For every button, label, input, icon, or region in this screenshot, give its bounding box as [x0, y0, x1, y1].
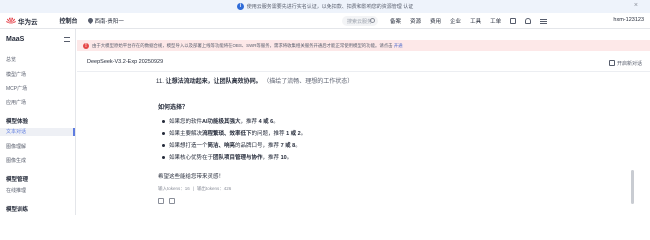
new-chat-icon: [608, 60, 615, 66]
active-indicator: [73, 128, 75, 136]
list-item: 如果核心优势在于团队项目管理与协作，推荐 10。: [162, 153, 292, 161]
search-input[interactable]: 搜索云服务: [342, 16, 378, 26]
sidebar: MaaS 总览 模型广场 MCP广场 应用广场 模型体验 文本对话 图像理解 图…: [0, 29, 76, 215]
item-note: （描绘了流畅、理想的工作状态）: [263, 79, 354, 85]
bullet-bold: AI功能极其强大: [202, 119, 241, 125]
refresh-icon[interactable]: [169, 198, 175, 204]
bullet-icon: [162, 155, 165, 159]
console-link[interactable]: 控制台: [60, 16, 78, 25]
sidebar-item-image-understanding[interactable]: 图像理解: [6, 143, 26, 150]
bullet-end: 。: [295, 143, 301, 149]
bullet-icon: [162, 143, 165, 147]
bullet-bold: 流程繁琐、效率低下: [202, 131, 252, 137]
sidebar-section-experience[interactable]: 模型体验: [6, 117, 28, 125]
top-bar: 华为云 控制台 西南-贵阳一 搜索云服务 备案 资源 费用 企业 工具 工单 h…: [0, 13, 650, 29]
region-selector[interactable]: 西南-贵阳一: [86, 16, 124, 25]
bullet-pre: 如果想打造一个: [169, 143, 208, 149]
app-grid-icon[interactable]: [510, 18, 517, 24]
notice-text: 使用云服务需要先进行实名认证，以免扣款、扣费和影响您的资源管理 认证: [246, 4, 414, 10]
sidebar-item-image-generation[interactable]: 图像生成: [6, 157, 26, 164]
sidebar-item-label: 文本对话: [6, 129, 27, 135]
copy-icon[interactable]: [158, 198, 164, 204]
banner-text: 由于大模型原始平台存在的数据合规，模型导入以及部署上线等功能将在OBS、SWR等…: [92, 43, 403, 49]
token-stats: 输入tokens：16 | 输出tokens：426: [158, 186, 231, 192]
bullet-pre: 如果主要解决: [169, 131, 203, 137]
notice-bar: i 使用云服务需要先进行实名认证，以免扣款、扣费和影响您的资源管理 认证 ×: [0, 0, 650, 13]
divider: |: [192, 186, 194, 191]
banner-message: 由于大模型原始平台存在的数据合规，模型导入以及部署上线等功能将在OBS、SWR等…: [92, 42, 393, 48]
warning-icon: !: [83, 42, 89, 49]
nav-tickets[interactable]: 工单: [490, 17, 501, 25]
list-item-11: 11. 让想法流动起来，让团队高效协同。 （描绘了流畅、理想的工作状态）: [156, 76, 353, 85]
warning-banner: ! 由于大模型原始平台存在的数据合规，模型导入以及部署上线等功能将在OBS、SW…: [77, 40, 650, 51]
item-bold-text: 让想法流动起来，让团队高效协同。: [165, 79, 262, 85]
nav-beian[interactable]: 备案: [390, 17, 401, 25]
info-icon: i: [236, 3, 244, 10]
input-tokens: 输入tokens：16: [158, 186, 190, 191]
bullet-end: 。: [286, 155, 293, 161]
bullet-post: ，推荐: [262, 155, 281, 161]
bullet-bold: 简洁、响亮: [207, 143, 236, 149]
nav-resources[interactable]: 资源: [410, 17, 421, 25]
sidebar-item-mcp-square[interactable]: MCP广场: [6, 85, 27, 92]
bell-icon[interactable]: [525, 18, 532, 24]
section-heading: 如何选择？: [158, 105, 189, 111]
nav-billing[interactable]: 费用: [430, 17, 441, 25]
bullet-end: 。: [300, 131, 307, 137]
account-name[interactable]: hxm-123123: [613, 17, 644, 23]
nav-tools[interactable]: 工具: [470, 17, 481, 25]
sidebar-item-model-square[interactable]: 模型广场: [6, 71, 26, 78]
bullet-post: 的问题，推荐: [251, 131, 287, 137]
item-number: 11.: [156, 79, 164, 85]
new-chat-label: 开启新对话: [616, 60, 642, 67]
sidebar-section-train[interactable]: 模型训练: [6, 205, 28, 213]
output-tokens: 输出tokens：426: [196, 186, 232, 191]
bullet-num: 1 或 2: [286, 131, 301, 137]
bullet-icon: [162, 131, 165, 135]
list-item: 如果想打造一个简洁、响亮的品牌口号，推荐 7 或 8。: [162, 141, 301, 149]
list-item: 如果主要解决流程繁琐、效率低下的问题，推荐 1 或 2。: [162, 129, 306, 137]
message-actions: [158, 198, 175, 204]
sidebar-item-app-square[interactable]: 应用广场: [6, 99, 26, 106]
banner-link[interactable]: 开通: [394, 43, 403, 48]
model-name[interactable]: DeepSeek-V3.2-Exp 20250929: [87, 59, 163, 65]
bullet-pre: 如果您的软件: [169, 119, 203, 125]
top-nav: 备案 资源 费用 企业 工具 工单: [390, 13, 548, 29]
bullet-num: 7 或 8: [280, 143, 296, 149]
list-item: 如果您的软件AI功能极其强大，推荐 4 或 6。: [162, 117, 279, 125]
location-pin-icon: [86, 16, 94, 25]
search-icon: [370, 18, 375, 23]
sidebar-item-text-chat[interactable]: 文本对话: [0, 128, 75, 136]
sidebar-title: MaaS: [6, 36, 25, 43]
bullet-post: ，推荐: [240, 119, 259, 125]
bullet-post: 的品牌口号，推荐: [235, 143, 281, 149]
chat-header: DeepSeek-V3.2-Exp 20250929 开启新对话: [77, 55, 650, 72]
bullet-end: 。: [273, 119, 279, 125]
menu-icon[interactable]: [540, 18, 548, 24]
bullet-icon: [162, 119, 165, 123]
closing-text: 希望这些能给您带来灵感！: [158, 174, 225, 180]
close-icon[interactable]: ×: [634, 2, 638, 9]
huawei-logo-icon: [6, 17, 16, 24]
new-chat-button[interactable]: 开启新对话: [608, 58, 642, 68]
region-label: 西南-贵阳一: [94, 18, 124, 25]
bullet-bold: 团队项目管理与协作: [213, 155, 263, 161]
sidebar-item-online-inference[interactable]: 在线推理: [6, 187, 26, 194]
brand-logo[interactable]: 华为云: [6, 16, 38, 26]
bullet-num: 4 或 6: [258, 119, 274, 125]
sidebar-item-overview[interactable]: 总览: [6, 56, 16, 63]
bullet-pre: 如果核心优势在于: [169, 155, 214, 161]
collapse-menu-icon[interactable]: [64, 37, 70, 42]
nav-enterprise[interactable]: 企业: [450, 17, 461, 25]
brand-name: 华为云: [18, 18, 38, 26]
search-placeholder: 搜索云服务: [347, 18, 373, 25]
scrollbar[interactable]: [631, 170, 634, 204]
sidebar-section-manage[interactable]: 模型管理: [6, 175, 28, 183]
